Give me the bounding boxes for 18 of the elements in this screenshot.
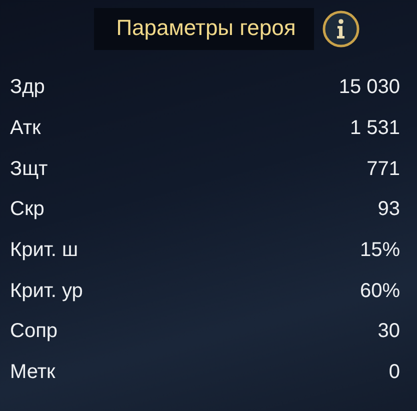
stat-value: 15 030 [338,75,400,100]
stat-value: 0 [388,360,400,384]
info-icon[interactable] [322,10,360,48]
stat-label: Зщт [10,156,48,181]
stat-value: 93 [378,197,400,222]
stat-value: 771 [366,156,400,181]
stat-label: Здр [10,75,45,100]
stat-label: Крит. ш [10,238,78,262]
stat-value: 1 531 [350,116,400,140]
stat-label: Метк [10,360,56,384]
stat-value: 30 [378,319,400,344]
stat-label: Скр [10,197,44,222]
stat-value: 60% [360,278,400,303]
stat-label: Крит. ур [10,278,83,303]
stat-value: 15% [360,238,400,262]
panel-title: Параметры героя [116,15,296,41]
stat-label: Сопр [10,319,58,344]
stat-label: Атк [10,116,41,140]
